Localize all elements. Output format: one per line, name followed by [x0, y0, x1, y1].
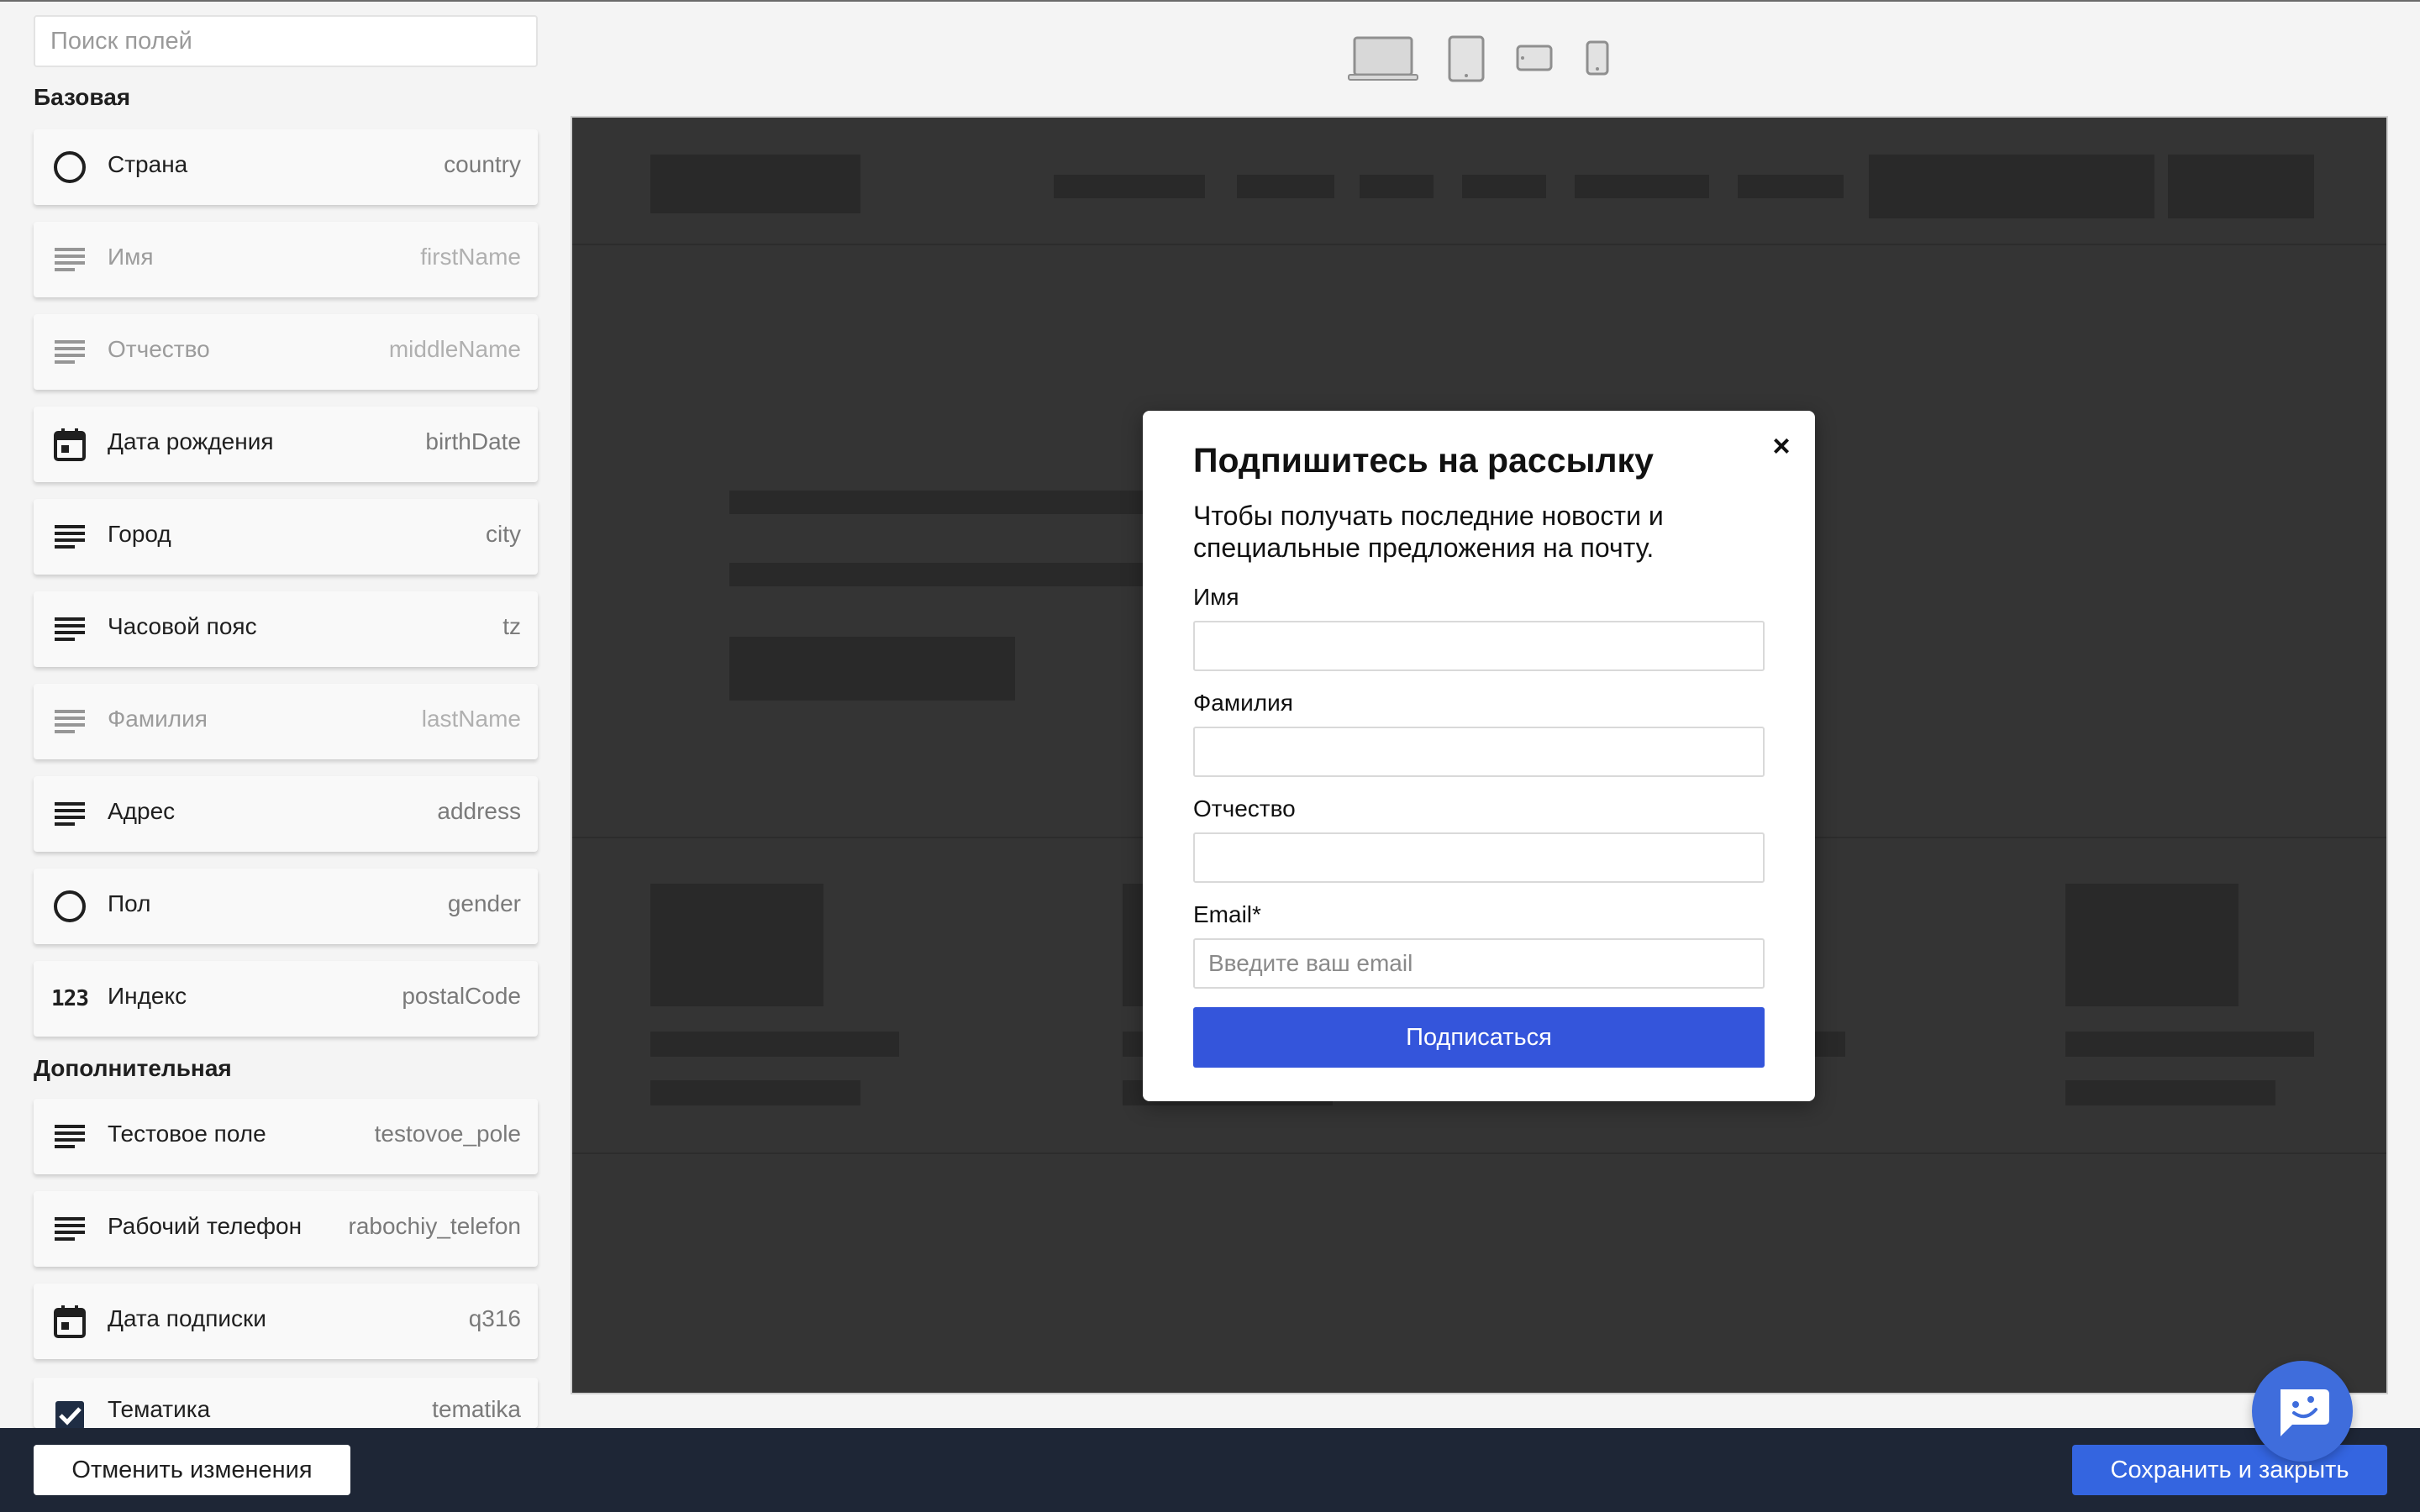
- skeleton-card-line: [650, 1032, 899, 1057]
- number-icon: 123: [51, 981, 89, 1016]
- skeleton-divider: [572, 244, 2386, 245]
- skeleton-divider: [572, 1152, 2386, 1154]
- field-label: Фамилия: [108, 706, 208, 732]
- last-name-label: Фамилия: [1193, 690, 1293, 716]
- field-key: q316: [468, 1305, 521, 1331]
- field-label: Город: [108, 521, 171, 547]
- email-input[interactable]: [1193, 938, 1765, 989]
- first-name-label: Имя: [1193, 584, 1239, 610]
- skeleton-nav: [1462, 175, 1546, 198]
- skeleton-card-line: [2065, 1032, 2314, 1057]
- radio-icon: [52, 150, 87, 185]
- field-label: Страна: [108, 151, 188, 177]
- cancel-changes-button[interactable]: Отменить изменения: [34, 1445, 350, 1495]
- bottom-action-bar: [0, 1428, 2420, 1512]
- text-lines-icon: [52, 242, 87, 277]
- field-key: gender: [447, 890, 521, 916]
- skeleton-hero-button: [729, 637, 1015, 701]
- field-label: Рабочий телефон: [108, 1213, 302, 1239]
- skeleton-nav: [1575, 175, 1709, 198]
- chat-widget-button[interactable]: [2252, 1361, 2353, 1462]
- top-border: [0, 0, 2420, 2]
- popup-title: Подпишитесь на рассылку: [1193, 441, 1654, 480]
- skeleton-header-button: [2168, 155, 2314, 218]
- text-lines-icon: [52, 612, 87, 647]
- radio-icon: [52, 889, 87, 924]
- field-key: testovoe_pole: [374, 1121, 521, 1147]
- field-label: Пол: [108, 890, 151, 916]
- calendar-icon: [52, 1304, 87, 1339]
- field-key: address: [437, 798, 521, 824]
- field-key: birthDate: [425, 428, 521, 454]
- field-item-q316[interactable]: Дата подписки q316: [34, 1284, 538, 1359]
- field-item-country[interactable]: Страна country: [34, 129, 538, 205]
- skeleton-card-image: [650, 884, 823, 1006]
- calendar-icon: [52, 427, 87, 462]
- field-key: middleName: [388, 336, 521, 362]
- skeleton-card-image: [2065, 884, 2238, 1006]
- field-key: country: [444, 151, 521, 177]
- skeleton-nav: [1738, 175, 1844, 198]
- field-label: Дата рождения: [108, 428, 274, 454]
- text-lines-icon: [52, 1211, 87, 1247]
- email-label: Email*: [1193, 901, 1261, 927]
- field-label: Индекс: [108, 983, 187, 1009]
- subscribe-button[interactable]: Подписаться: [1193, 1007, 1765, 1068]
- skeleton-header-button: [1869, 155, 2154, 218]
- popup-subtitle: Чтобы получать последние новости и специ…: [1193, 501, 1664, 563]
- field-item-city[interactable]: Город city: [34, 499, 538, 575]
- middle-name-label: Отчество: [1193, 795, 1296, 822]
- skeleton-card-line: [650, 1080, 860, 1105]
- last-name-input[interactable]: [1193, 727, 1765, 777]
- text-lines-icon: [52, 519, 87, 554]
- tablet-portrait-icon[interactable]: [1447, 35, 1486, 87]
- first-name-input[interactable]: [1193, 621, 1765, 671]
- skeleton-card-line: [2065, 1080, 2275, 1105]
- chat-bot-icon: [2274, 1386, 2331, 1444]
- field-item-gender[interactable]: Пол gender: [34, 869, 538, 944]
- desktop-icon[interactable]: [1348, 35, 1418, 87]
- text-lines-icon: [52, 1119, 87, 1154]
- middle-name-input[interactable]: [1193, 832, 1765, 883]
- text-lines-icon: [52, 334, 87, 370]
- field-item-lastname[interactable]: Фамилия lastName: [34, 684, 538, 759]
- section-extra-title: Дополнительная: [34, 1055, 232, 1081]
- close-icon[interactable]: ×: [1765, 429, 1798, 463]
- section-basic-title: Базовая: [34, 84, 131, 110]
- field-label: Дата подписки: [108, 1305, 266, 1331]
- field-item-rabochiy-telefon[interactable]: Рабочий телефон rabochiy_telefon: [34, 1191, 538, 1267]
- field-item-testovoe-pole[interactable]: Тестовое поле testovoe_pole: [34, 1099, 538, 1174]
- field-label: Имя: [108, 244, 154, 270]
- subscribe-popup: × Подпишитесь на рассылку Чтобы получать…: [1143, 411, 1815, 1101]
- text-lines-icon: [52, 796, 87, 832]
- field-key: postalCode: [402, 983, 521, 1009]
- field-label: Отчество: [108, 336, 210, 362]
- field-key: firstName: [420, 244, 521, 270]
- skeleton-logo: [650, 155, 860, 213]
- field-item-tz[interactable]: Часовой пояс tz: [34, 591, 538, 667]
- field-item-middlename[interactable]: Отчество middleName: [34, 314, 538, 390]
- field-key: tz: [502, 613, 521, 639]
- mobile-icon[interactable]: [1585, 40, 1610, 80]
- field-label: Адрес: [108, 798, 176, 824]
- field-item-firstname[interactable]: Имя firstName: [34, 222, 538, 297]
- field-label: Тестовое поле: [108, 1121, 266, 1147]
- field-item-address[interactable]: Адрес address: [34, 776, 538, 852]
- text-lines-icon: [52, 704, 87, 739]
- field-item-birthdate[interactable]: Дата рождения birthDate: [34, 407, 538, 482]
- skeleton-nav: [1054, 175, 1205, 198]
- tablet-landscape-icon[interactable]: [1516, 44, 1553, 76]
- field-item-postalcode[interactable]: 123 Индекс postalCode: [34, 961, 538, 1037]
- skeleton-nav: [1360, 175, 1434, 198]
- save-and-close-button[interactable]: Сохранить и закрыть: [2072, 1445, 2387, 1495]
- field-key: rabochiy_telefon: [348, 1213, 521, 1239]
- field-key: lastName: [421, 706, 521, 732]
- field-key: city: [486, 521, 521, 547]
- field-search-input[interactable]: [34, 15, 538, 67]
- skeleton-nav: [1237, 175, 1334, 198]
- field-label: Часовой пояс: [108, 613, 257, 639]
- field-item-tematika[interactable]: Тематика tematika: [34, 1378, 538, 1430]
- number-icon-text: 123: [51, 986, 89, 1011]
